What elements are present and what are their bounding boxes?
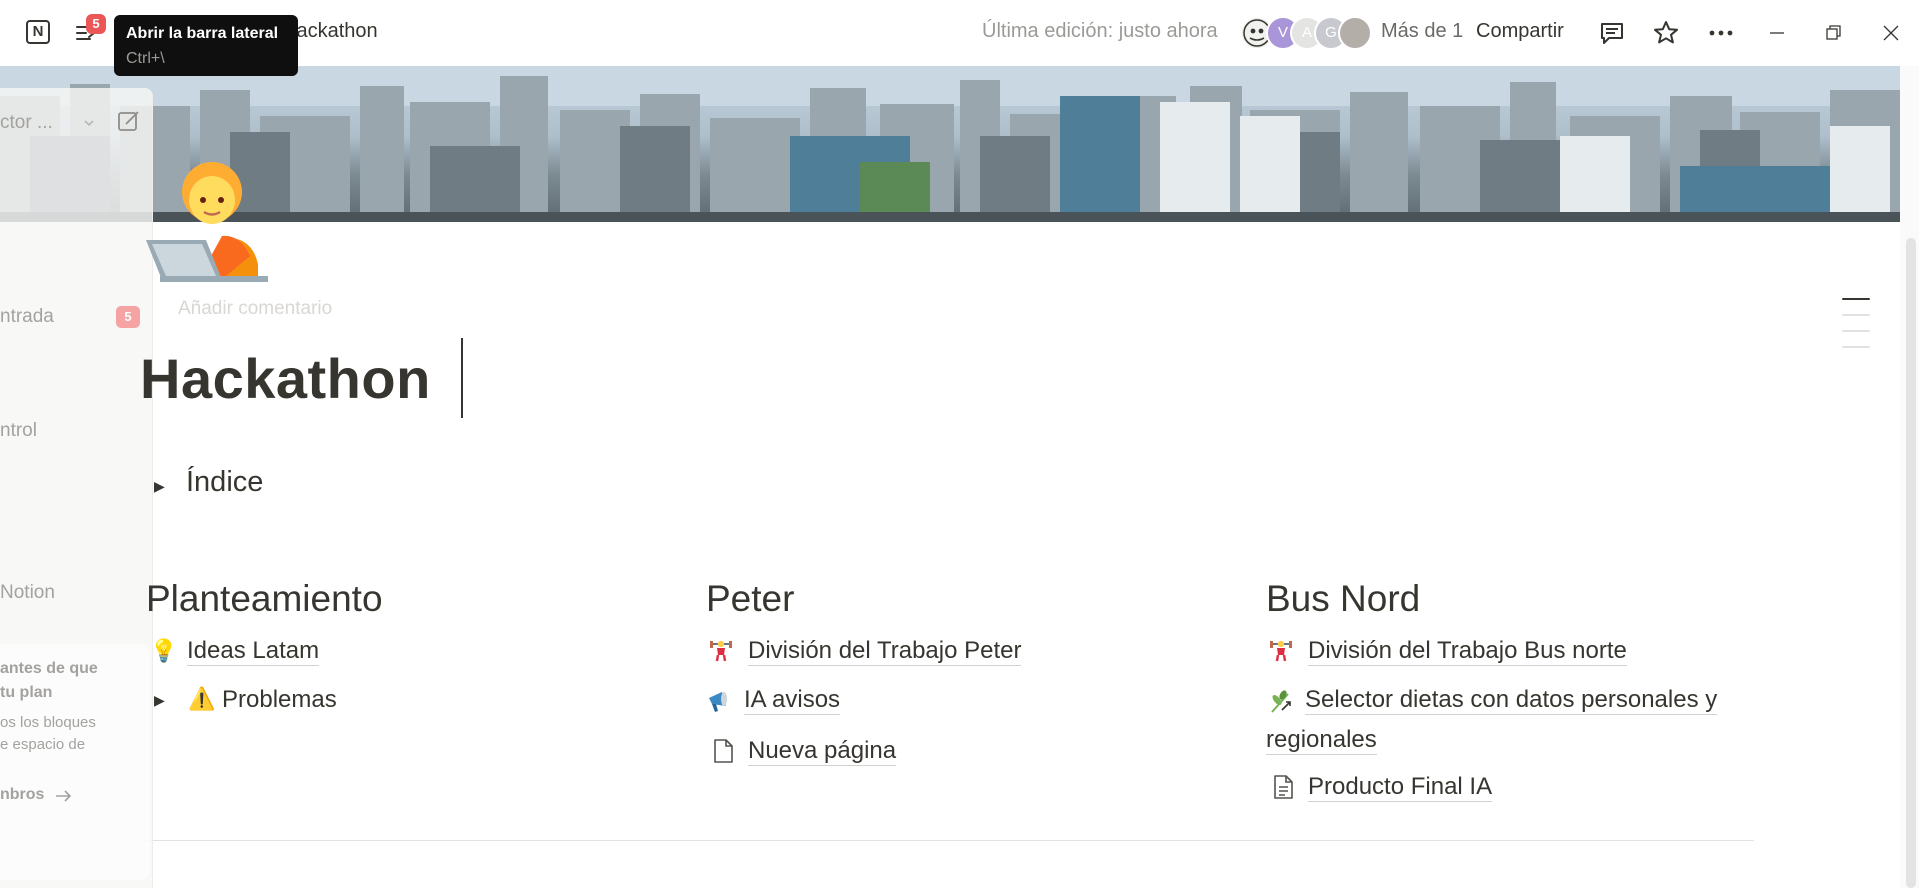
weightlifter-icon: [1270, 640, 1292, 662]
notion-logo-icon[interactable]: N: [26, 20, 50, 44]
page-link-label: Nueva página: [748, 737, 897, 766]
arrow-right-icon[interactable]: [54, 788, 74, 804]
page-icon: [714, 739, 733, 763]
share-button[interactable]: Compartir: [1476, 20, 1564, 43]
page-link-continuation[interactable]: regionales: [1266, 726, 1377, 755]
page-link[interactable]: Selector dietas con datos personales y: [1305, 686, 1718, 715]
page-link-label: IA avisos: [744, 686, 841, 715]
last-edited-status: Última edición: justo ahora: [982, 20, 1218, 42]
page-link[interactable]: División del Trabajo Peter: [748, 637, 1022, 666]
sidebar-tooltip: Abrir la barra lateral Ctrl+\: [114, 15, 298, 76]
toggle-item[interactable]: Problemas: [222, 686, 337, 714]
comments-icon[interactable]: [1597, 18, 1627, 48]
cover-image[interactable]: [0, 66, 1900, 222]
page-link[interactable]: División del Trabajo Bus norte: [1308, 637, 1627, 666]
tooltip-title: Abrir la barra lateral: [126, 25, 279, 42]
minimize-icon[interactable]: [1763, 19, 1791, 47]
toc-toggle[interactable]: Índice: [186, 466, 263, 499]
tooltip-shortcut: Ctrl+\: [126, 50, 165, 67]
page-link-label: División del Trabajo Peter: [748, 637, 1022, 666]
table-of-contents-minimap[interactable]: [1842, 298, 1870, 362]
toggle-arrow-icon[interactable]: ▶: [154, 478, 165, 495]
more-collaborators-label[interactable]: Más de 1: [1381, 20, 1463, 43]
upgrade-card: antes de que tu plan os los bloques e es…: [0, 644, 150, 880]
lightbulb-icon: 💡: [150, 638, 178, 663]
weightlifter-icon: [710, 640, 732, 662]
outline-line: [1842, 298, 1870, 300]
page-link-label: regionales: [1266, 726, 1377, 755]
column-heading[interactable]: Peter: [706, 578, 794, 620]
page-link-label: División del Trabajo Bus norte: [1308, 637, 1627, 666]
page-link[interactable]: Ideas Latam: [187, 637, 320, 666]
upgrade-text: antes de que: [0, 660, 98, 677]
restore-icon[interactable]: [1819, 19, 1847, 47]
herb-icon: [1271, 690, 1291, 713]
page-link-label: Producto Final IA: [1308, 773, 1493, 802]
collaborator-avatars[interactable]: V A G: [1240, 14, 1376, 52]
page-link[interactable]: Producto Final IA: [1308, 773, 1493, 802]
document-icon: [1274, 775, 1293, 799]
more-options-icon[interactable]: [1706, 18, 1736, 48]
page-link[interactable]: IA avisos: [744, 686, 841, 715]
column-heading[interactable]: Planteamiento: [146, 578, 383, 620]
warning-icon: ⚠️: [188, 686, 216, 711]
workspace-switcher[interactable]: ctor ...: [0, 112, 53, 134]
scrollbar-thumb[interactable]: [1906, 238, 1916, 888]
divider: [140, 840, 1754, 841]
sidebar-item-inbox[interactable]: ntrada: [0, 306, 54, 328]
close-icon[interactable]: [1877, 19, 1905, 47]
upgrade-text: e espacio de: [0, 736, 86, 753]
outline-line: [1842, 346, 1870, 348]
notification-badge: 5: [86, 14, 106, 34]
page-title[interactable]: Hackathon: [140, 346, 431, 411]
sidebar-item-notion[interactable]: Notion: [0, 582, 55, 604]
upgrade-text: os los bloques: [0, 714, 96, 731]
person-laptop-emoji-icon[interactable]: [140, 156, 268, 284]
add-comment-button[interactable]: Añadir comentario: [178, 298, 332, 320]
outline-line: [1842, 330, 1870, 332]
sidebar-peek: ctor ... ntrada 5 ntrol Notion antes de …: [0, 88, 153, 888]
text-cursor: [461, 338, 463, 418]
avatar: [1338, 16, 1372, 50]
page-link[interactable]: Nueva página: [748, 737, 897, 766]
toggle-arrow-icon[interactable]: ▶: [154, 692, 165, 709]
page-link-label: Ideas Latam: [187, 637, 320, 666]
page-link-label: Selector dietas con datos personales y: [1305, 686, 1718, 715]
chevron-down-icon[interactable]: [82, 116, 96, 130]
outline-line: [1842, 314, 1870, 316]
upgrade-text: tu plan: [0, 684, 53, 701]
new-page-icon[interactable]: [116, 108, 142, 134]
members-link[interactable]: nbros: [0, 786, 44, 804]
inbox-badge: 5: [116, 306, 140, 328]
megaphone-icon: [709, 692, 727, 712]
city-skyline-image: [0, 66, 1900, 222]
sidebar-item-control[interactable]: ntrol: [0, 420, 37, 442]
column-heading[interactable]: Bus Nord: [1266, 578, 1420, 620]
star-icon[interactable]: [1651, 18, 1681, 48]
